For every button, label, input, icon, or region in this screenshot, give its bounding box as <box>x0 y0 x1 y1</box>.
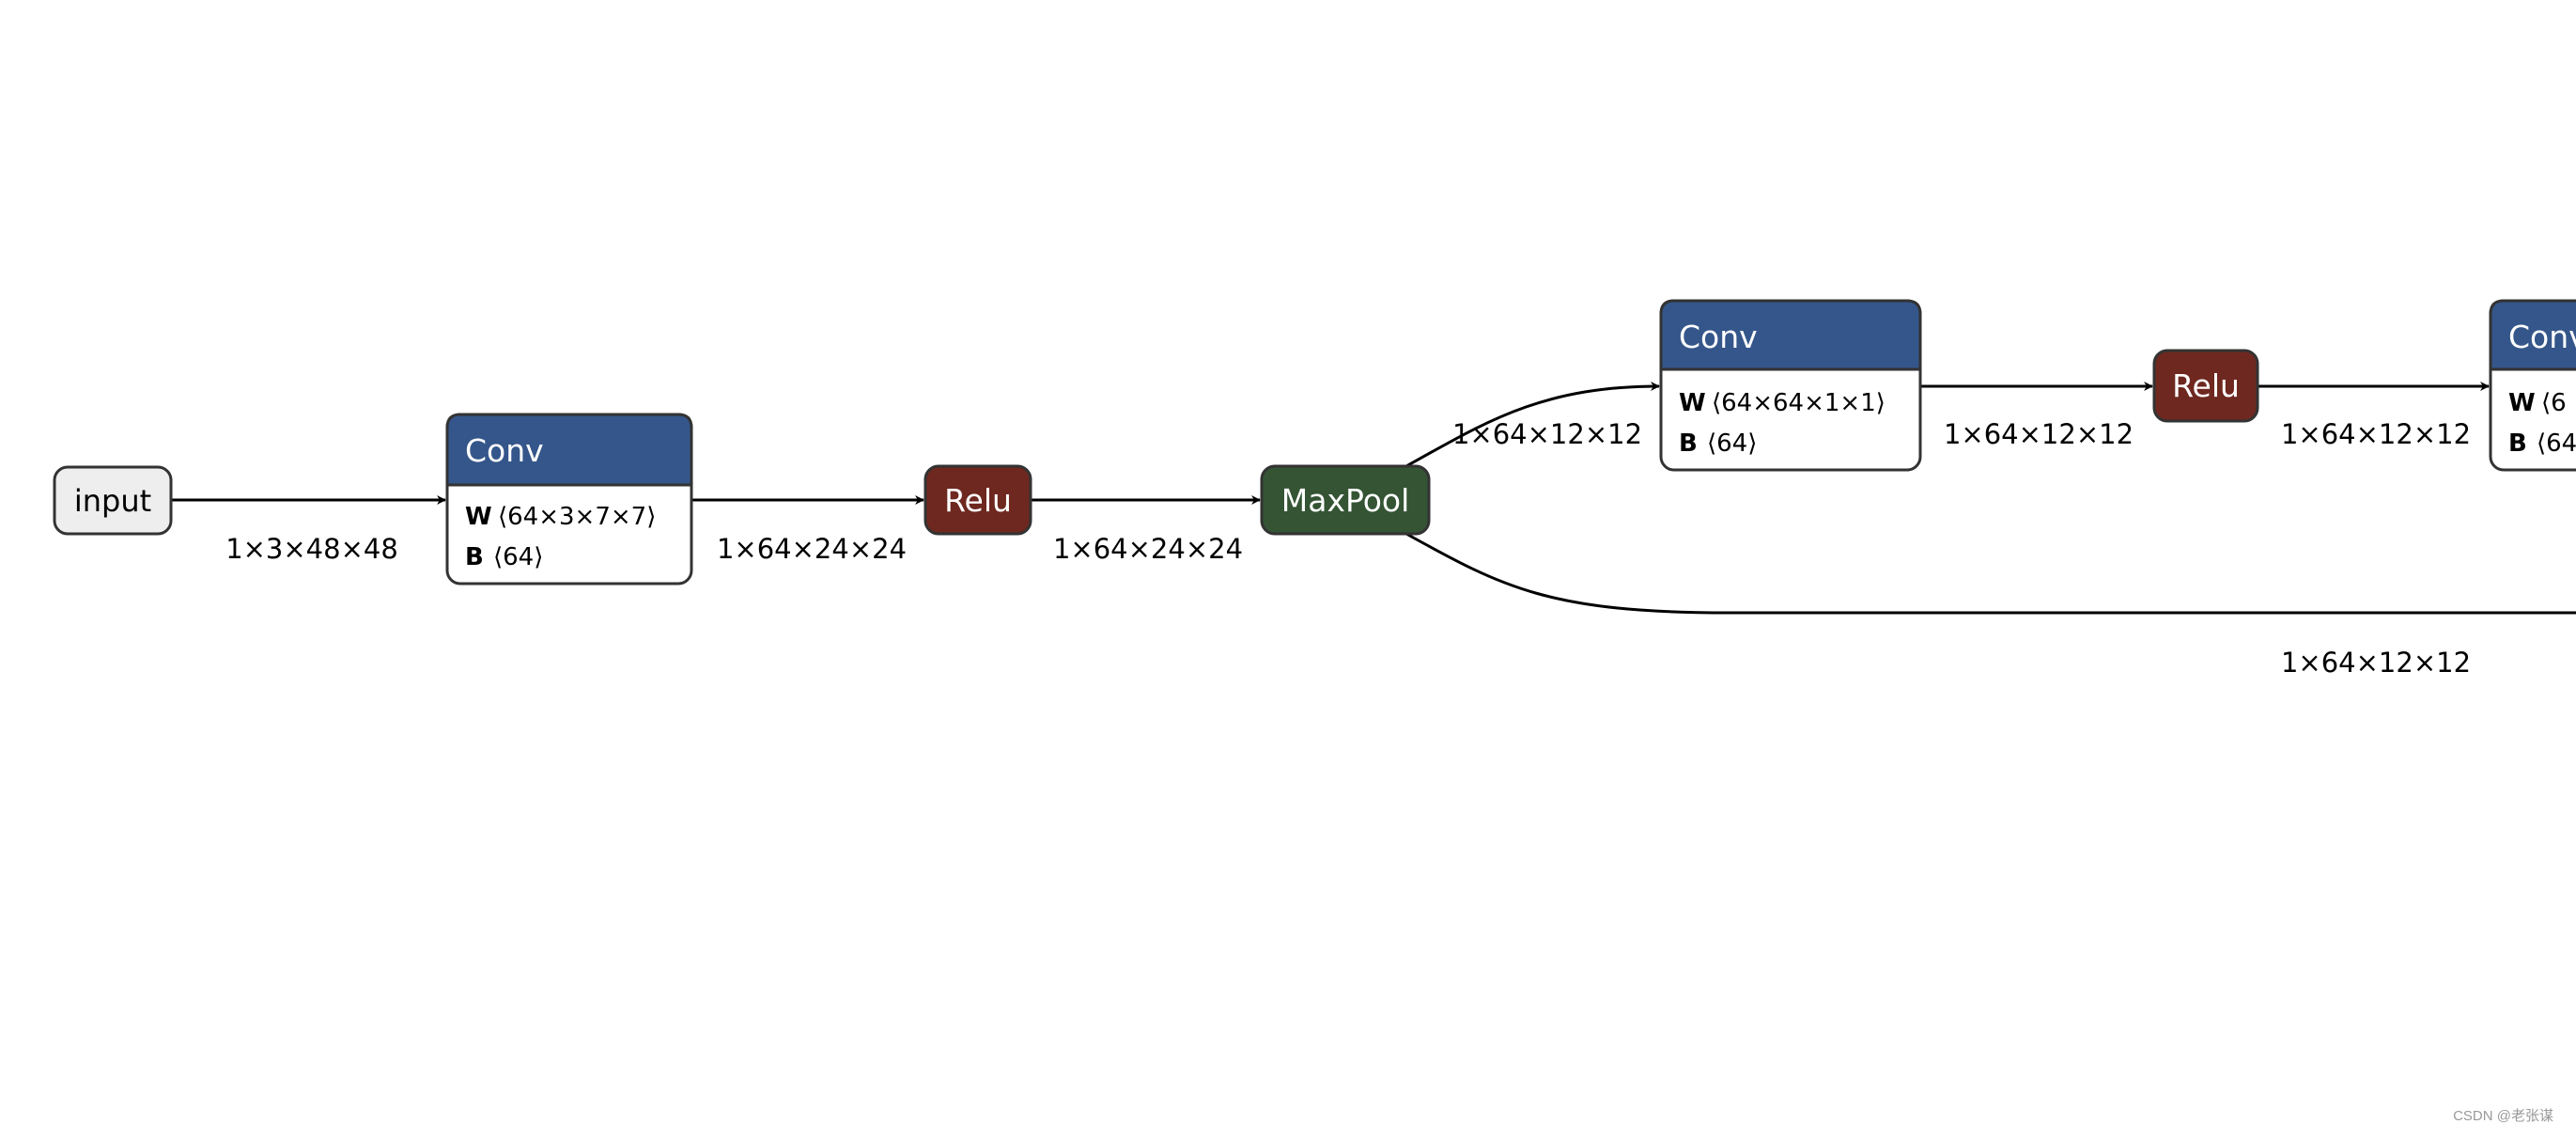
node-maxpool[interactable]: MaxPool <box>1260 464 1431 536</box>
attr-value: ⟨64×64×1×1⟩ <box>1712 389 1885 417</box>
node-title: Conv <box>465 432 544 469</box>
node-input[interactable]: input <box>53 465 173 536</box>
attr-key: W <box>1679 389 1706 417</box>
edge-label: 1×64×24×24 <box>717 533 907 565</box>
node-relu2[interactable]: Relu <box>2152 349 2259 423</box>
edge-maxpool-skip <box>1405 532 2576 615</box>
attr-value: ⟨64 <box>2537 429 2576 458</box>
node-title: Relu <box>2172 367 2240 404</box>
node-conv2[interactable]: Conv W ⟨64×64×1×1⟩ B ⟨64⟩ <box>1659 299 1922 472</box>
attr-key: B <box>2508 429 2527 458</box>
attr-value: ⟨64×3×7×7⟩ <box>498 503 656 531</box>
watermark: CSDN @老张谋 <box>2453 1108 2553 1124</box>
edge-label: 1×64×12×12 <box>2281 418 2471 450</box>
attr-key: W <box>465 503 492 531</box>
attr-key: B <box>465 543 484 571</box>
attr-value: ⟨6 <box>2541 389 2567 417</box>
edge-label: 1×64×12×12 <box>1452 418 1642 450</box>
node-relu1[interactable]: Relu <box>923 464 1032 536</box>
node-title: MaxPool <box>1281 482 1410 519</box>
node-title: Relu <box>944 482 1012 519</box>
attr-value: ⟨64⟩ <box>1707 429 1757 458</box>
node-title: Conv <box>1679 319 1758 355</box>
attr-key: W <box>2508 389 2536 417</box>
node-conv3[interactable]: Conv W ⟨6 B ⟨64 <box>2489 299 2576 472</box>
node-title: Conv <box>2508 319 2576 355</box>
attr-key: B <box>1679 429 1698 458</box>
edge-label: 1×64×12×12 <box>2281 647 2471 679</box>
attr-value: ⟨64⟩ <box>493 543 543 571</box>
edge-label: 1×64×24×24 <box>1053 533 1243 565</box>
node-conv1[interactable]: Conv W ⟨64×3×7×7⟩ B ⟨64⟩ <box>445 413 693 586</box>
edge-label: 1×64×12×12 <box>1944 418 2134 450</box>
edge-label: 1×3×48×48 <box>225 533 398 565</box>
graph-canvas: 1×3×48×48 1×64×24×24 1×64×24×24 1×64×12×… <box>53 299 2576 679</box>
node-label: input <box>74 483 151 519</box>
